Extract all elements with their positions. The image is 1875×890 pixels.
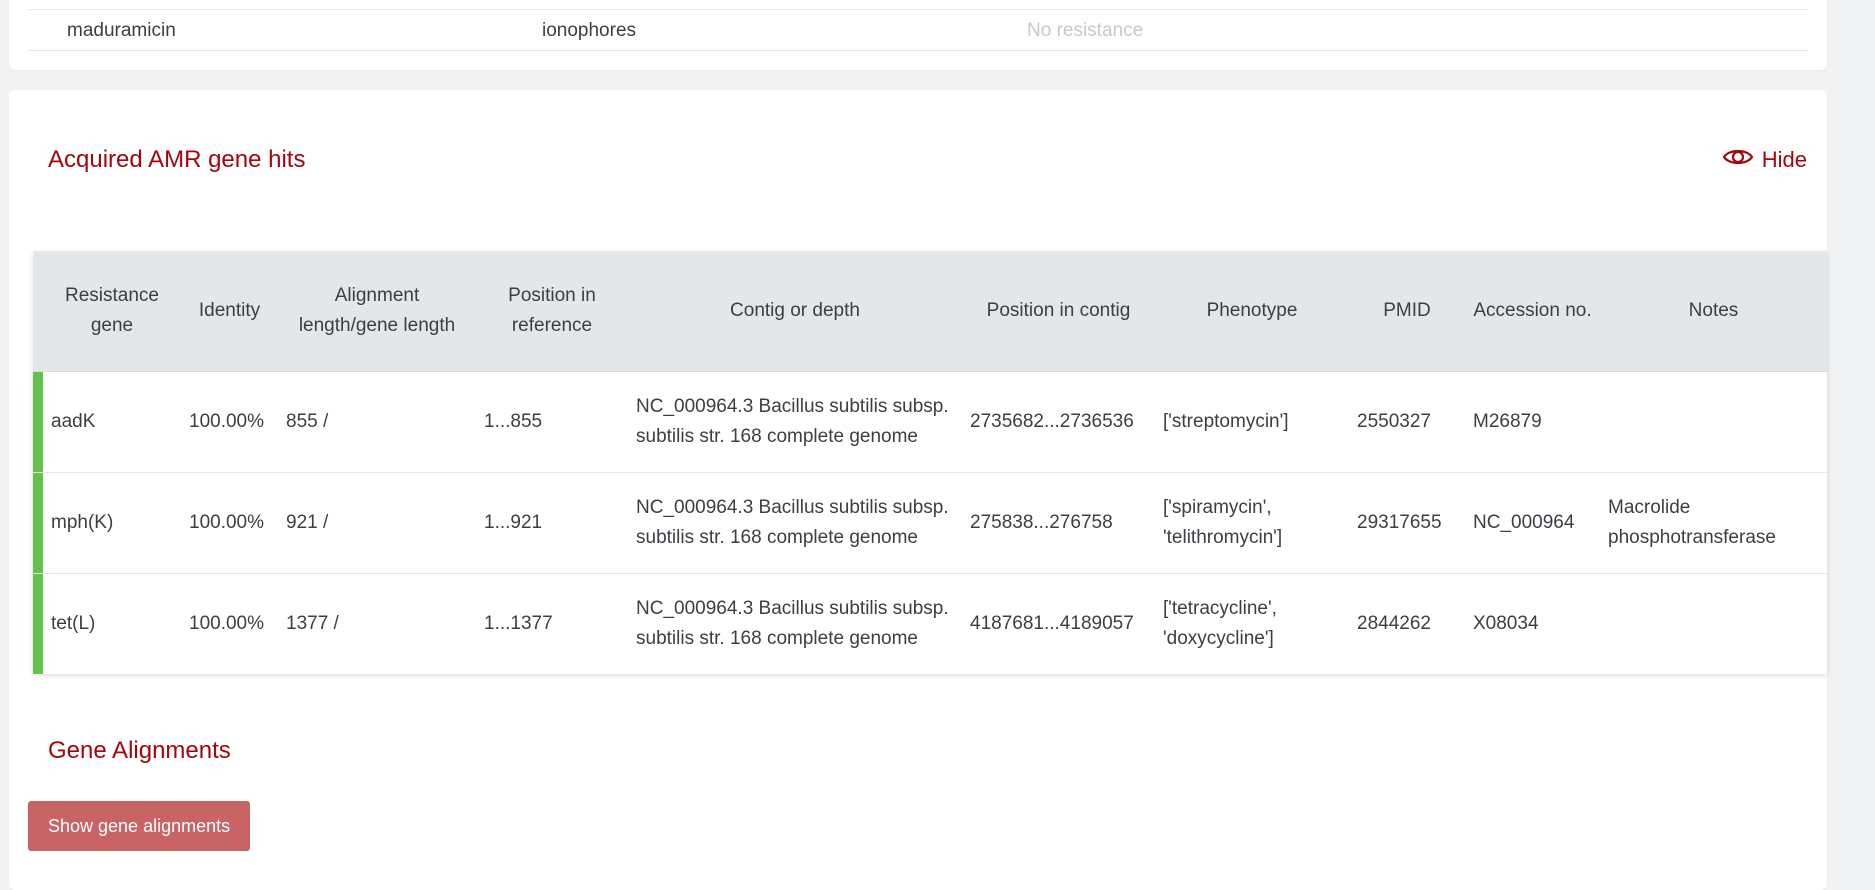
alignment-cell: 921 /	[278, 472, 476, 574]
pmid-cell: 2550327	[1349, 371, 1465, 473]
show-gene-alignments-button[interactable]: Show gene alignments	[28, 801, 251, 851]
contig-cell: NC_000964.3 Bacillus subtilis subsp. sub…	[628, 573, 962, 674]
position-ref-cell: 1...921	[476, 472, 628, 574]
accession-cell: X08034	[1465, 573, 1600, 674]
table-row: aadK 100.00% 855 / 1...855 NC_000964.3 B…	[33, 371, 1827, 473]
accession-cell: NC_000964	[1465, 472, 1600, 574]
header-contig-or-depth[interactable]: Contig or depth	[628, 251, 962, 372]
eye-icon	[1722, 146, 1754, 174]
phenotype-cell: ['spiramycin', 'telithromycin']	[1155, 472, 1349, 574]
contig-cell: NC_000964.3 Bacillus subtilis subsp. sub…	[628, 472, 962, 574]
alignment-cell: 855 /	[278, 371, 476, 473]
position-contig-cell: 275838...276758	[962, 472, 1155, 574]
contig-cell: NC_000964.3 Bacillus subtilis subsp. sub…	[628, 371, 962, 473]
gene-cell: mph(K)	[43, 472, 181, 574]
table-row: mph(K) 100.00% 921 / 1...921 NC_000964.3…	[33, 472, 1827, 574]
acquired-amr-card: Acquired AMR gene hits Hide Resistance g…	[9, 90, 1827, 890]
phenotype-cell: ['tetracycline', 'doxycycline']	[1155, 573, 1349, 674]
hide-button[interactable]: Hide	[1722, 146, 1807, 174]
pmid-cell: 29317655	[1349, 472, 1465, 574]
gene-cell: aadK	[43, 371, 181, 473]
notes-cell: Macrolide phosphotransferase	[1600, 472, 1827, 574]
table-row: tet(L) 100.00% 1377 / 1...1377 NC_000964…	[33, 573, 1827, 674]
resistance-status: No resistance	[1027, 20, 1144, 41]
section-title: Acquired AMR gene hits	[48, 146, 306, 173]
class-cell: ionophores	[542, 20, 637, 41]
table-header-row: Resistance gene Identity Alignment lengt…	[33, 251, 1827, 372]
phenotype-cell: ['streptomycin']	[1155, 371, 1349, 473]
amr-gene-table: Resistance gene Identity Alignment lengt…	[33, 251, 1827, 674]
header-pmid[interactable]: PMID	[1349, 251, 1465, 372]
row-status-marker	[33, 472, 43, 574]
identity-cell: 100.00%	[181, 573, 278, 674]
page-scrollbar[interactable]	[1847, 0, 1875, 869]
position-contig-cell: 2735682...2736536	[962, 371, 1155, 473]
alignment-cell: 1377 /	[278, 573, 476, 674]
header-notes[interactable]: Notes	[1600, 251, 1827, 372]
hide-label: Hide	[1761, 147, 1807, 172]
position-ref-cell: 1...855	[476, 371, 628, 473]
table-row: maduramicin ionophores No resistance	[28, 9, 1808, 51]
row-status-marker	[33, 573, 43, 674]
gene-cell: tet(L)	[43, 573, 181, 674]
header-alignment-length[interactable]: Alignment length/gene length	[278, 251, 476, 372]
identity-cell: 100.00%	[181, 371, 278, 473]
header-accession-no[interactable]: Accession no.	[1465, 251, 1600, 372]
header-position-in-contig[interactable]: Position in contig	[962, 251, 1155, 372]
position-contig-cell: 4187681...4189057	[962, 573, 1155, 674]
antimicrobial-cell: maduramicin	[67, 20, 176, 41]
pmid-cell: 2844262	[1349, 573, 1465, 674]
gene-alignments-title: Gene Alignments	[48, 737, 231, 764]
notes-cell	[1600, 371, 1827, 473]
previous-results-card: maduramicin ionophores No resistance	[9, 0, 1827, 70]
marker-header	[33, 251, 43, 372]
header-position-in-reference[interactable]: Position in reference	[476, 251, 628, 372]
position-ref-cell: 1...1377	[476, 573, 628, 674]
accession-cell: M26879	[1465, 371, 1600, 473]
notes-cell	[1600, 573, 1827, 674]
header-identity[interactable]: Identity	[181, 251, 278, 372]
row-status-marker	[33, 371, 43, 473]
header-phenotype[interactable]: Phenotype	[1155, 251, 1349, 372]
header-resistance-gene[interactable]: Resistance gene	[43, 251, 181, 372]
identity-cell: 100.00%	[181, 472, 278, 574]
